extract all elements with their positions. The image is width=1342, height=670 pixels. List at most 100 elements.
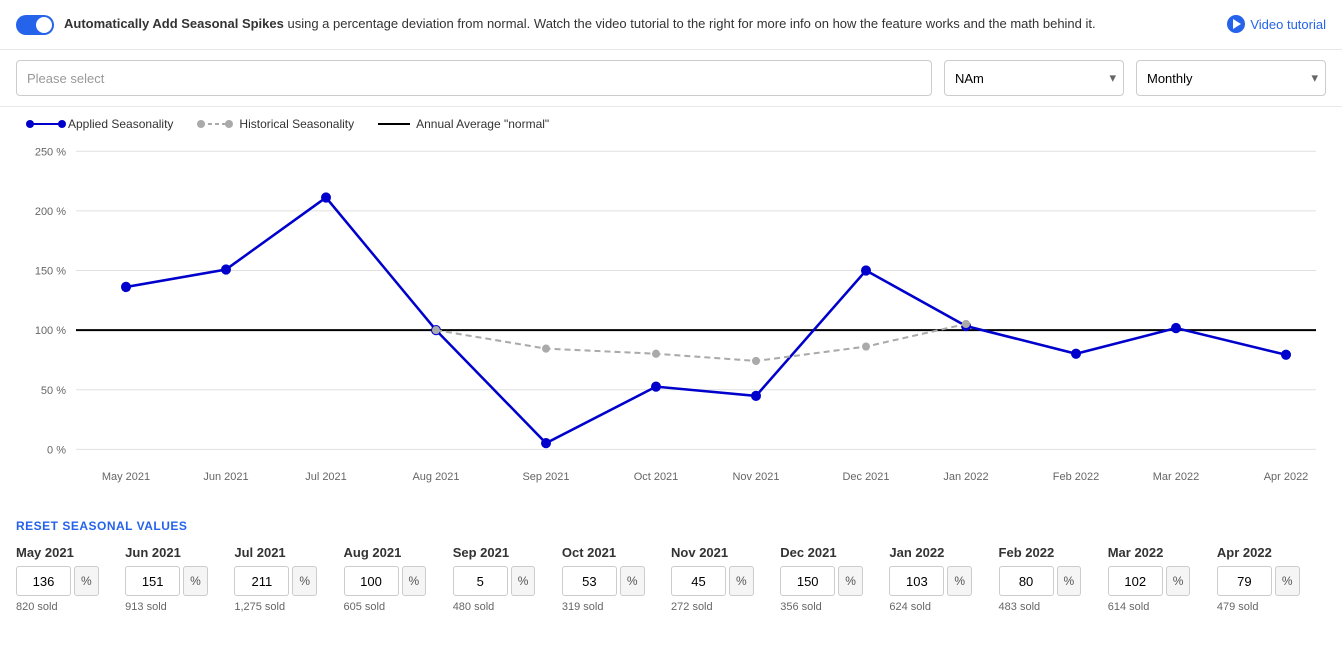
input-row: % [125,566,234,596]
period-select-wrapper: Daily Weekly Monthly Yearly [1136,60,1326,96]
legend-average: Annual Average "normal" [378,117,549,131]
month-label: May 2021 [16,545,125,560]
percent-label: % [1166,566,1191,596]
video-tutorial-label: Video tutorial [1250,17,1326,32]
seasonal-spikes-toggle[interactable] [16,15,54,35]
value-input[interactable] [125,566,180,596]
month-col: Feb 2022% 483 sold [999,545,1108,613]
sold-label: 480 sold [453,601,562,613]
historical-line-svg [197,119,233,129]
legend-applied-label: Applied Seasonality [68,117,173,131]
month-col: Oct 2021% 319 sold [562,545,671,613]
reset-link[interactable]: RESET SEASONAL VALUES [0,511,203,541]
chart-legend: Applied Seasonality Historical Seasonali… [0,107,1342,141]
sold-label: 479 sold [1217,601,1326,613]
toggle-desc: using a percentage deviation from normal… [284,16,1096,31]
month-col: Aug 2021%605 sold [344,545,453,613]
month-label: Feb 2022 [999,545,1108,560]
percent-label: % [511,566,536,596]
toggle-strong-label: Automatically Add Seasonal Spikes [64,16,284,31]
value-input[interactable] [453,566,508,596]
month-col: Apr 2022% 479 sold [1217,545,1326,613]
month-label: Apr 2022 [1217,545,1326,560]
month-label: Jan 2022 [889,545,998,560]
value-input[interactable] [1217,566,1272,596]
svg-text:Jul 2021: Jul 2021 [305,471,347,483]
sold-label: 319 sold [562,601,671,613]
percent-label: % [729,566,754,596]
play-icon [1227,15,1245,33]
value-input[interactable] [671,566,726,596]
percent-label: % [838,566,863,596]
month-label: Mar 2022 [1108,545,1217,560]
top-bar-text: Automatically Add Seasonal Spikes using … [64,14,1215,34]
percent-label: % [1057,566,1082,596]
month-col: Sep 2021% 480 sold [453,545,562,613]
svg-text:Nov 2021: Nov 2021 [732,471,779,483]
month-label: Oct 2021 [562,545,671,560]
toggle-section: Automatically Add Seasonal Spikes using … [16,14,1215,35]
svg-text:Sep 2021: Sep 2021 [522,471,569,483]
month-col: Mar 2022% 614 sold [1108,545,1217,613]
sold-label: 483 sold [999,601,1108,613]
month-col: Jul 2021% 1,275 sold [234,545,343,613]
input-row: % [1217,566,1326,596]
product-select[interactable]: Please select [16,60,932,96]
value-input[interactable] [1108,566,1163,596]
svg-text:Jun 2021: Jun 2021 [203,471,248,483]
values-table: May 2021%820 soldJun 2021%913 soldJul 20… [16,545,1326,613]
value-input[interactable] [16,566,71,596]
value-input[interactable] [344,566,399,596]
legend-average-label: Annual Average "normal" [416,117,549,131]
legend-applied: Applied Seasonality [30,117,173,131]
svg-text:Aug 2021: Aug 2021 [412,471,459,483]
top-bar: Automatically Add Seasonal Spikes using … [0,0,1342,50]
input-row: % [562,566,671,596]
input-row: % [671,566,780,596]
input-row: % [234,566,343,596]
input-row: % [889,566,998,596]
value-input[interactable] [234,566,289,596]
period-select[interactable]: Daily Weekly Monthly Yearly [1136,60,1326,96]
sold-label: 820 sold [16,601,125,613]
svg-text:250 %: 250 % [35,146,66,158]
svg-text:Oct 2021: Oct 2021 [634,471,679,483]
legend-historical: Historical Seasonality [197,117,354,131]
region-select[interactable]: NAm EU [944,60,1124,96]
sold-label: 913 sold [125,601,234,613]
input-row: % [1108,566,1217,596]
sold-label: 614 sold [1108,601,1217,613]
svg-text:200 %: 200 % [35,206,66,218]
month-label: Nov 2021 [671,545,780,560]
value-input[interactable] [999,566,1054,596]
percent-label: % [947,566,972,596]
svg-text:50 %: 50 % [41,385,66,397]
input-row: % [453,566,562,596]
value-input[interactable] [562,566,617,596]
sold-label: 356 sold [780,601,889,613]
month-label: Jul 2021 [234,545,343,560]
region-select-wrapper: NAm EU [944,60,1124,96]
month-col: Jun 2021%913 sold [125,545,234,613]
month-label: Sep 2021 [453,545,562,560]
controls-row: Please select NAm EU Daily Weekly Monthl… [0,50,1342,107]
video-tutorial-link[interactable]: Video tutorial [1227,15,1326,33]
chart-area: 250 % 200 % 150 % 100 % 50 % 0 % May 202… [0,141,1342,511]
percent-label: % [620,566,645,596]
month-label: Dec 2021 [780,545,889,560]
month-col: Nov 2021%272 sold [671,545,780,613]
percent-label: % [74,566,99,596]
sold-label: 1,275 sold [234,601,343,613]
svg-text:Dec 2021: Dec 2021 [842,471,889,483]
svg-text:Apr 2022: Apr 2022 [1264,471,1309,483]
percent-label: % [292,566,317,596]
svg-text:150 %: 150 % [35,265,66,277]
value-input[interactable] [889,566,944,596]
percent-label: % [402,566,427,596]
input-row: % [999,566,1108,596]
svg-text:Mar 2022: Mar 2022 [1153,471,1199,483]
month-col: Dec 2021% 356 sold [780,545,889,613]
value-input[interactable] [780,566,835,596]
input-row: % [16,566,125,596]
month-col: May 2021% 820 sold [16,545,125,613]
